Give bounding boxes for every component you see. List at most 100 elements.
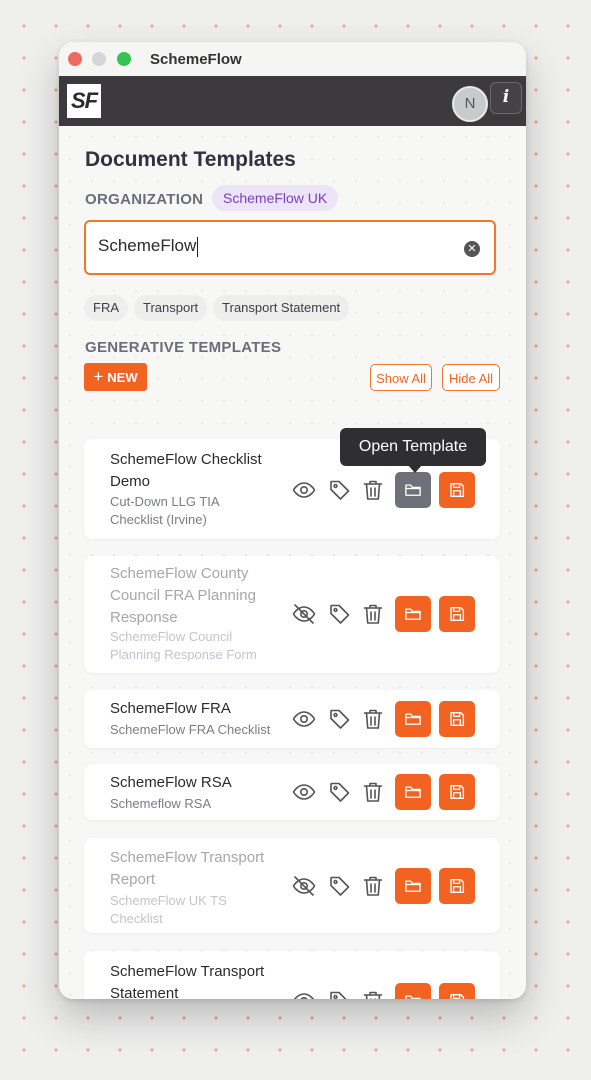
zoom-window-button[interactable] [117,52,131,66]
template-subtitle: Schemeflow RSA [110,795,211,813]
template-title-line: SchemeFlow FRA [110,700,231,717]
template-subtitle-line: Schemeflow RSA [110,796,212,811]
page-title: Document Templates [85,148,296,171]
trash-icon[interactable] [361,780,385,804]
template-subtitle-line: SchemeFlow UK TS [110,893,227,908]
main-content: Document Templates ORGANIZATION SchemeFl… [59,126,526,999]
open-template-button[interactable] [395,701,431,737]
template-actions [290,701,475,737]
template-card[interactable]: SchemeFlow Transport StatementSchemeFlow … [84,951,500,999]
trash-icon[interactable] [361,707,385,731]
user-avatar[interactable]: N [452,86,488,122]
save-icon [450,993,465,999]
template-subtitle-line: SchemeFlow Council [110,629,233,644]
filter-chips: FRA Transport Transport Statement [84,295,350,321]
trash-icon[interactable] [361,602,385,626]
template-title: SchemeFlow Transport Report [110,847,264,891]
template-card[interactable]: SchemeFlow County Council FRA Planning Res… [84,556,500,673]
template-title-line: SchemeFlow Transport [110,963,265,980]
window-title: SchemeFlow [150,51,242,68]
tag-icon[interactable] [328,989,352,999]
template-card[interactable]: SchemeFlow RSA Schemeflow RSA [84,764,500,820]
folder-icon [405,786,421,798]
folder-icon [405,484,421,496]
show-all-button[interactable]: Show All [370,364,432,391]
open-template-button[interactable] [395,774,431,810]
search-input-value: SchemeFlow [98,236,197,255]
template-subtitle-line: Planning Response Form [110,647,257,662]
search-input[interactable]: SchemeFlow [98,236,458,257]
tag-icon[interactable] [328,874,352,898]
template-subtitle-line: SchemeFlow FRA Checklist [110,722,271,737]
organization-badge[interactable]: SchemeFlow UK [212,185,339,211]
template-subtitle-line: Checklist [110,911,163,926]
template-title: SchemeFlow FRA [110,698,231,720]
save-icon [450,482,465,498]
folder-icon [405,608,421,620]
tag-icon[interactable] [328,478,352,502]
open-template-button[interactable] [395,472,431,508]
template-title-line: Response [110,609,178,626]
minimize-window-button[interactable] [92,52,106,66]
save-icon [450,711,465,727]
trash-icon[interactable] [361,989,385,999]
template-title-line: Report [110,871,156,888]
title-bar: SchemeFlow [59,42,526,76]
eye-off-icon[interactable] [292,874,316,898]
save-template-button[interactable] [439,868,475,904]
save-icon [450,784,465,800]
trash-icon[interactable] [361,478,385,502]
open-template-button[interactable] [395,983,431,999]
template-subtitle: SchemeFlow FRA Checklist [110,721,270,739]
template-title-line: SchemeFlow County [110,565,249,582]
eye-icon[interactable] [292,780,316,804]
app-window: SchemeFlow SF N i Document Templates ORG… [59,42,526,999]
template-actions [290,983,475,999]
filter-chip[interactable]: Transport Statement [213,295,350,321]
tag-icon[interactable] [328,602,352,626]
tag-icon[interactable] [328,780,352,804]
save-template-button[interactable] [439,774,475,810]
save-template-button[interactable] [439,983,475,999]
save-template-button[interactable] [439,472,475,508]
eye-icon[interactable] [292,478,316,502]
template-subtitle: SchemeFlow Council Planning Response Form [110,628,257,664]
save-icon [450,878,465,894]
eye-icon[interactable] [292,707,316,731]
open-template-tooltip: Open Template [340,428,486,466]
clear-search-icon[interactable]: ✕ [464,241,480,257]
template-title: SchemeFlow Transport Statement [110,961,264,999]
hide-all-button[interactable]: Hide All [442,364,500,391]
save-template-button[interactable] [439,596,475,632]
template-card[interactable]: SchemeFlow Transport Report SchemeFlow UK … [84,838,500,933]
template-card[interactable]: SchemeFlow FRA SchemeFlow FRA Checklist [84,690,500,748]
template-title-line: Statement [110,985,179,999]
filter-chip[interactable]: Transport [134,295,208,321]
new-template-button[interactable]: + NEW [84,363,147,391]
generative-templates-label: GENERATIVE TEMPLATES [85,339,282,356]
template-subtitle-line: Checklist (Irvine) [110,512,207,527]
info-button[interactable]: i [490,82,522,114]
close-window-button[interactable] [68,52,82,66]
open-template-button[interactable] [395,868,431,904]
folder-icon [405,880,421,892]
template-title-line: SchemeFlow Transport [110,849,265,866]
search-box[interactable]: SchemeFlow ✕ [84,220,496,275]
eye-icon[interactable] [292,989,316,999]
app-logo[interactable]: SF [67,84,101,118]
template-subtitle: Cut-Down LLG TIA Checklist (Irvine) [110,493,220,529]
tooltip-arrow [408,465,422,473]
save-template-button[interactable] [439,701,475,737]
folder-icon [405,995,421,999]
template-title: SchemeFlow Checklist Demo [110,449,262,493]
template-actions [290,472,475,508]
template-actions [290,774,475,810]
template-title: SchemeFlow RSA [110,772,232,794]
new-template-label: NEW [107,370,138,385]
organization-label: ORGANIZATION [85,191,204,208]
trash-icon[interactable] [361,874,385,898]
tag-icon[interactable] [328,707,352,731]
filter-chip[interactable]: FRA [84,295,128,321]
eye-off-icon[interactable] [292,602,316,626]
open-template-button[interactable] [395,596,431,632]
